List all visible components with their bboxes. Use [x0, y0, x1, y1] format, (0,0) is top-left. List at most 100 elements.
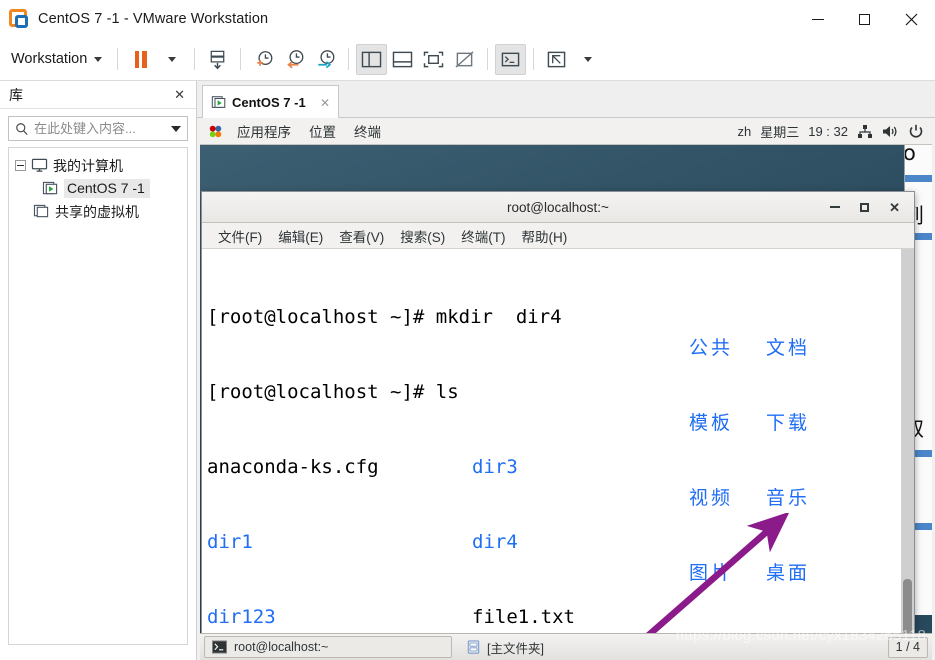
terminal-cjk-listing: 公共 文档 模板 下载 视频 音乐 图片 桌面	[689, 286, 810, 636]
toolbar-separator	[240, 48, 242, 70]
fullscreen-icon	[424, 51, 444, 67]
tree-item-label: 共享的虚拟机	[55, 203, 139, 220]
terminal-cjk-col2: 桌面	[766, 562, 811, 584]
library-panel: 库 ✕ 我的计算机	[0, 81, 197, 660]
gnome-menu-terminal[interactable]: 终端	[345, 121, 390, 141]
toolbar-separator	[533, 48, 535, 70]
terminal-close-button[interactable]: ✕	[889, 201, 900, 214]
unity-mode-button[interactable]	[449, 44, 480, 75]
terminal-prompt: [root@localhost ~]#	[207, 306, 436, 328]
clock-time[interactable]: 19 : 32	[808, 124, 848, 139]
terminal-listing-col2: dir4	[472, 531, 518, 553]
gnome-top-panel: 应用程序 位置 终端 zh 星期三 19 : 32	[200, 118, 932, 145]
taskbar-home-folder-label: [主文件夹]	[487, 641, 544, 656]
library-title: 库	[9, 86, 23, 103]
vm-tab-centos7[interactable]: CentOS 7 -1 ✕	[202, 85, 339, 119]
library-tree: 我的计算机 CentOS 7 -1 共享的虚拟机	[8, 147, 188, 645]
library-search-input[interactable]	[34, 121, 167, 136]
sidebar-panel-icon	[362, 51, 382, 67]
terminal-cjk-col2: 文档	[766, 337, 811, 359]
vm-tab-strip: CentOS 7 -1 ✕	[197, 81, 935, 119]
terminal-cjk-col2: 下载	[766, 412, 811, 434]
terminal-menu-terminal[interactable]: 终端(T)	[453, 226, 513, 246]
terminal-menubar: 文件(F) 编辑(E) 查看(V) 搜索(S) 终端(T) 帮助(H)	[202, 223, 914, 249]
window-title: CentOS 7 -1 - VMware Workstation	[38, 11, 269, 27]
terminal-listing-col1: dir1	[207, 531, 253, 553]
snapshot-manager-settings-button[interactable]	[310, 44, 341, 75]
terminal-prompt: [root@localhost ~]#	[207, 381, 436, 403]
terminal-icon	[212, 640, 227, 654]
tree-item-shared-vms[interactable]: 共享的虚拟机	[9, 200, 187, 223]
gnome-menu-places[interactable]: 位置	[300, 121, 345, 141]
terminal-menu-help[interactable]: 帮助(H)	[514, 226, 576, 246]
chevron-down-icon	[94, 56, 103, 62]
terminal-cjk-row: 图片 桌面	[689, 561, 810, 586]
chevron-down-icon	[583, 56, 592, 62]
terminal-window[interactable]: root@localhost:~ ✕ 文件(F) 编辑(E) 查看(V) 搜索(…	[201, 191, 915, 660]
show-library-button[interactable]	[356, 43, 388, 75]
file-manager-icon	[467, 640, 480, 654]
gnome-taskbar: root@localhost:~ [主文件夹] 1 / 4	[200, 633, 932, 660]
guest-desktop: o 到 取 s root@localhost:~	[200, 145, 932, 660]
taskbar-home-folder-item[interactable]: [主文件夹]	[452, 638, 544, 657]
toolbar-separator	[117, 48, 119, 70]
terminal-maximize-button[interactable]	[860, 202, 870, 212]
pause-dropdown-button[interactable]	[156, 44, 187, 75]
library-close-button[interactable]: ✕	[170, 87, 189, 103]
terminal-cjk-col2: 音乐	[766, 487, 811, 509]
terminal-titlebar: root@localhost:~ ✕	[202, 192, 914, 223]
terminal-menu-file[interactable]: 文件(F)	[210, 226, 270, 246]
gnome-menu-applications[interactable]: 应用程序	[228, 121, 300, 141]
tree-expander-icon[interactable]	[15, 160, 26, 171]
thumbnail-bar-icon	[393, 51, 413, 67]
tree-item-centos7[interactable]: CentOS 7 -1	[9, 177, 187, 200]
vm-tab-label: CentOS 7 -1	[232, 95, 306, 110]
terminal-menu-search[interactable]: 搜索(S)	[392, 226, 453, 246]
volume-icon[interactable]	[882, 124, 899, 139]
terminal-cjk-row: 模板 下载	[689, 411, 810, 436]
guest-screen[interactable]: 应用程序 位置 终端 zh 星期三 19 : 32 o root@localho…	[200, 118, 932, 660]
library-search-box[interactable]	[8, 116, 188, 141]
terminal-cjk-row: 视频 音乐	[689, 486, 810, 511]
fullscreen-button[interactable]	[418, 44, 449, 75]
stretch-dropdown-button[interactable]	[572, 44, 603, 75]
workspace-switcher[interactable]: 1 / 4	[887, 636, 928, 658]
terminal-output[interactable]: [root@localhost ~]# mkdir dir4 [root@loc…	[202, 249, 914, 660]
workstation-menu-label: Workstation	[11, 51, 88, 67]
snapshot-wrench-icon	[318, 49, 335, 68]
terminal-listing-col1: anaconda-ks.cfg	[207, 456, 379, 478]
window-maximize-button[interactable]	[841, 0, 888, 38]
terminal-minimize-button[interactable]	[830, 206, 841, 208]
vmware-logo-icon	[9, 9, 29, 29]
workstation-menu-button[interactable]: Workstation	[0, 47, 110, 71]
terminal-menu-edit[interactable]: 编辑(E)	[270, 226, 331, 246]
terminal-cjk-row: 公共 文档	[689, 336, 810, 361]
tree-item-label: 我的计算机	[53, 157, 123, 174]
console-view-button[interactable]	[495, 43, 527, 75]
terminal-cjk-col1: 模板	[689, 412, 734, 434]
snapshot-add-icon	[257, 50, 273, 66]
window-close-button[interactable]	[888, 0, 935, 38]
window-minimize-button[interactable]	[794, 0, 841, 38]
manage-snapshots-button[interactable]	[202, 44, 233, 75]
input-source-indicator[interactable]: zh	[737, 124, 751, 139]
network-icon[interactable]	[857, 124, 873, 139]
show-thumbnail-bar-button[interactable]	[387, 44, 418, 75]
terminal-scrollbar[interactable]	[901, 249, 914, 660]
terminal-command: ls	[435, 381, 459, 403]
terminal-menu-view[interactable]: 查看(V)	[331, 226, 392, 246]
take-snapshot-button[interactable]	[248, 44, 279, 75]
stretch-guest-button[interactable]	[541, 44, 572, 75]
pause-vm-button[interactable]	[125, 44, 156, 75]
terminal-cjk-col1: 视频	[689, 487, 734, 509]
unity-mode-icon	[455, 50, 474, 68]
taskbar-window-button[interactable]: root@localhost:~	[204, 636, 452, 658]
tree-item-my-computer[interactable]: 我的计算机	[9, 154, 187, 177]
chevron-down-icon[interactable]	[171, 125, 181, 132]
snapshot-revert-icon	[287, 49, 304, 68]
power-icon[interactable]	[908, 124, 924, 139]
revert-snapshot-button[interactable]	[279, 44, 310, 75]
vm-tab-close-button[interactable]: ✕	[317, 96, 333, 110]
toolbar-separator	[194, 48, 196, 70]
window-controls	[794, 0, 935, 38]
